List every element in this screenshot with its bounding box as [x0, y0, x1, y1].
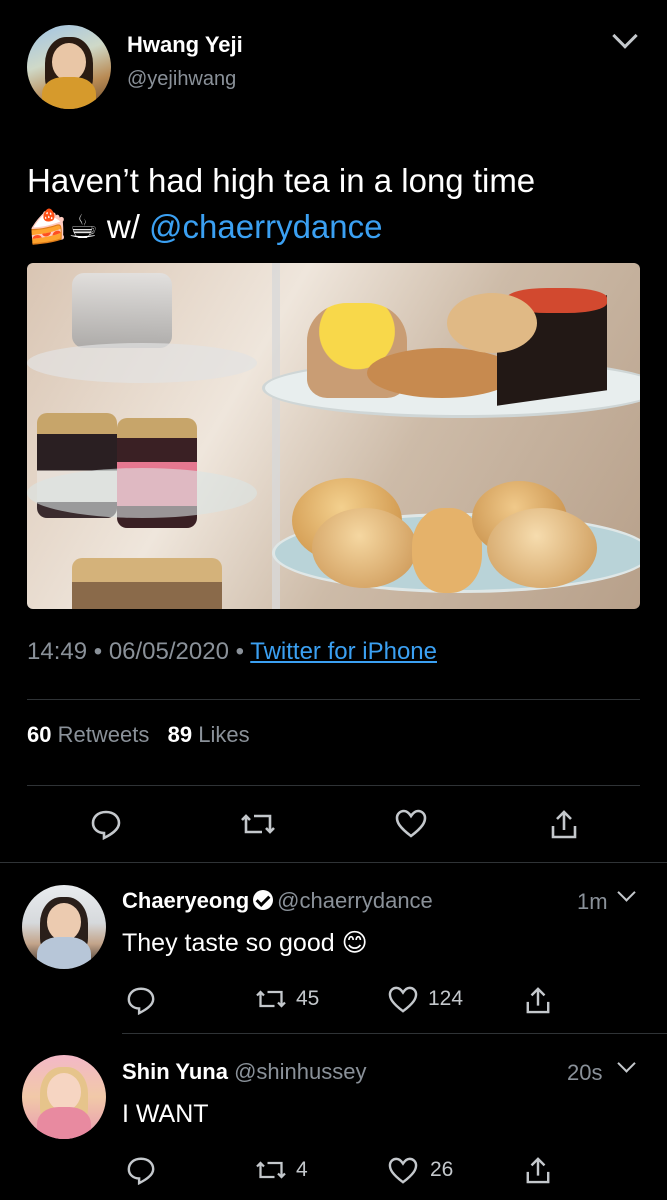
- tweet-date: 06/05/2020: [108, 638, 229, 665]
- reply-retweet-count: 4: [296, 1158, 308, 1181]
- reply-like-count: 124: [428, 987, 464, 1010]
- heart-icon[interactable]: [395, 809, 427, 839]
- reply-icon[interactable]: [126, 985, 156, 1015]
- retweets-label[interactable]: Retweets: [58, 722, 150, 747]
- divider: [122, 1033, 667, 1034]
- chevron-down-icon[interactable]: [617, 1054, 636, 1073]
- tweet-photo[interactable]: [27, 263, 640, 609]
- mention-link[interactable]: @chaerrydance: [149, 208, 382, 245]
- heart-icon[interactable]: [388, 986, 418, 1014]
- reply-author-name[interactable]: Shin Yuna: [122, 1059, 228, 1084]
- reply-like-count: 26: [430, 1158, 454, 1181]
- tweet-emoji: 🍰☕: [27, 208, 98, 245]
- likes-count[interactable]: 89: [168, 722, 192, 747]
- reply-retweet-count: 45: [296, 987, 320, 1010]
- chevron-down-icon[interactable]: [612, 23, 638, 49]
- share-icon[interactable]: [525, 1155, 551, 1185]
- heart-icon[interactable]: [388, 1157, 418, 1185]
- tweet-detail-screen: Hwang Yeji @yejihwang Haven’t had high t…: [0, 0, 667, 1200]
- author-name[interactable]: Hwang Yeji: [127, 32, 243, 58]
- reply-time: 20s: [567, 1060, 603, 1085]
- tweet-text-line1: Haven’t had high tea in a long time: [27, 162, 536, 199]
- tweet-stats: 60 Retweets 89 Likes: [27, 722, 250, 748]
- tweet-text-prefix: w/: [97, 208, 150, 245]
- meta-separator: •: [235, 638, 251, 665]
- reply-avatar[interactable]: [22, 1055, 106, 1139]
- retweet-icon[interactable]: [240, 808, 276, 840]
- tweet-text-line2: 🍰☕ w/ @chaerrydance: [27, 204, 647, 250]
- author-handle[interactable]: @yejihwang: [127, 68, 236, 91]
- reply-header: Chaeryeong @chaerrydance: [122, 888, 433, 914]
- meta-separator: •: [93, 638, 109, 665]
- share-icon[interactable]: [525, 985, 551, 1015]
- reply-text: They taste so good 😊: [122, 928, 368, 958]
- divider: [0, 862, 667, 863]
- reply-time: 1m: [577, 889, 608, 914]
- divider: [27, 699, 640, 700]
- retweet-icon[interactable]: [255, 1156, 287, 1184]
- reply-icon[interactable]: [90, 808, 122, 840]
- tweet-source-link[interactable]: Twitter for iPhone: [250, 638, 437, 665]
- reply-text: I WANT: [122, 1100, 209, 1128]
- author-avatar[interactable]: [27, 25, 111, 109]
- divider: [27, 785, 640, 786]
- reply-text-body: They taste so good: [122, 929, 335, 957]
- reply-author-name[interactable]: Chaeryeong: [122, 888, 249, 913]
- share-icon[interactable]: [550, 808, 578, 840]
- smile-emoji: 😊: [341, 929, 368, 957]
- reply-author-handle[interactable]: @shinhussey: [234, 1059, 366, 1084]
- reply-author-handle[interactable]: @chaerrydance: [277, 888, 433, 913]
- reply-avatar[interactable]: [22, 885, 106, 969]
- likes-label[interactable]: Likes: [198, 722, 249, 747]
- verified-icon: [253, 890, 274, 910]
- tweet-meta: 14:49 • 06/05/2020 • Twitter for iPhone: [27, 638, 437, 666]
- tweet-time: 14:49: [27, 638, 88, 665]
- chevron-down-icon[interactable]: [617, 883, 636, 902]
- reply-header: Shin Yuna @shinhussey: [122, 1059, 366, 1085]
- tweet-text: Haven’t had high tea in a long time 🍰☕ w…: [27, 158, 647, 250]
- reply-icon[interactable]: [126, 1155, 156, 1185]
- retweets-count[interactable]: 60: [27, 722, 51, 747]
- retweet-icon[interactable]: [255, 985, 287, 1013]
